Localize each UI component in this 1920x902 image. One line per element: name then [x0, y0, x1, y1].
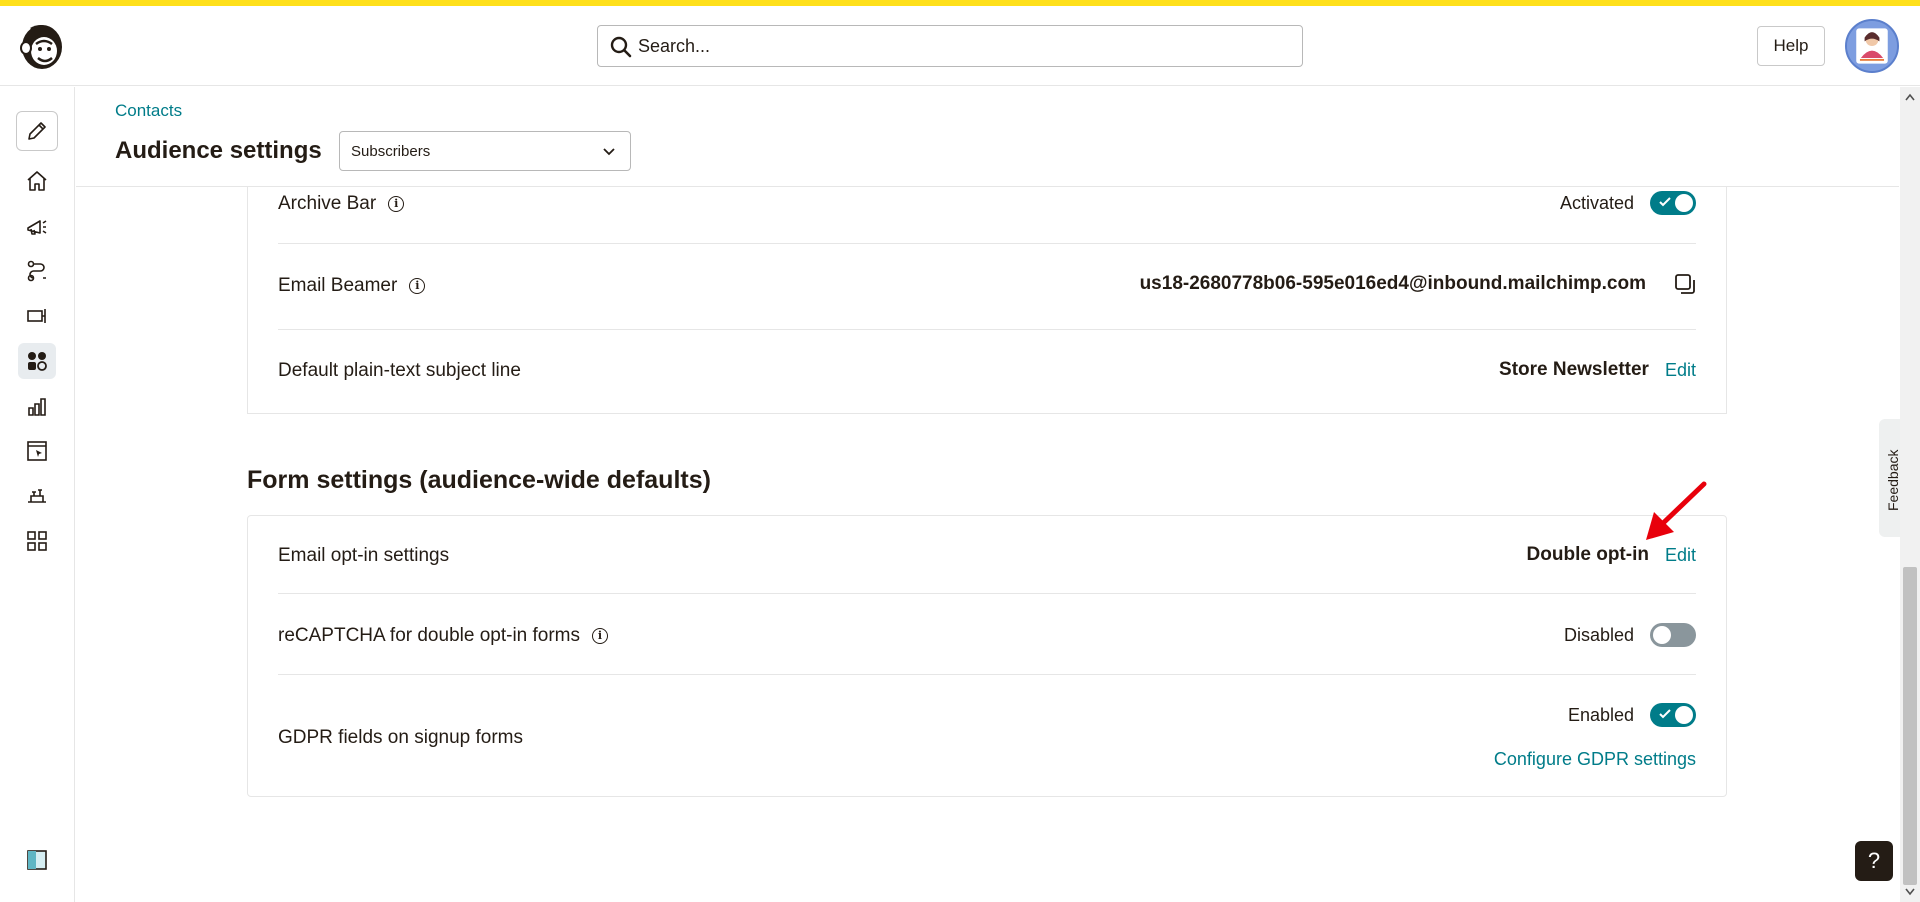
gdpr-toggle[interactable]: [1650, 703, 1696, 727]
scrollbar-thumb[interactable]: [1903, 567, 1917, 885]
search-icon: [610, 36, 632, 58]
recaptcha-label: reCAPTCHA for double opt-in forms: [278, 625, 581, 646]
subject-line-label: Default plain-text subject line: [278, 360, 521, 381]
search-box[interactable]: [597, 25, 1303, 67]
signup-icon[interactable]: [18, 298, 56, 334]
email-beamer-address: us18-2680778b06-595e016ed4@inbound.mailc…: [1139, 273, 1646, 294]
page-scrollbar[interactable]: [1900, 87, 1920, 902]
sidebar-nav: [0, 87, 75, 902]
automation-icon[interactable]: [18, 253, 56, 289]
info-icon[interactable]: i: [409, 278, 426, 294]
optin-row: Email opt-in settings Double opt-in Edit: [278, 516, 1696, 594]
help-button[interactable]: Help: [1757, 26, 1825, 66]
subject-line-row: Default plain-text subject line Store Ne…: [278, 330, 1696, 413]
analytics-icon[interactable]: [18, 388, 56, 424]
pencil-icon[interactable]: [16, 111, 58, 151]
check-icon: [1659, 709, 1671, 719]
megaphone-icon[interactable]: [18, 208, 56, 244]
chevron-down-icon: [603, 148, 615, 156]
scroll-up-icon[interactable]: [1905, 93, 1915, 101]
audience-settings-card: Archive Bar i Activated Email Beamer i us1…: [247, 160, 1727, 414]
annotation-arrow-icon: [1646, 481, 1707, 540]
form-settings-heading: Form settings (audience-wide defaults): [247, 466, 711, 494]
home-icon[interactable]: [18, 163, 56, 199]
subject-line-edit-link[interactable]: Edit: [1665, 360, 1696, 381]
top-bar: Help: [0, 6, 1920, 86]
page-header: Contacts Audience settings Subscribers: [76, 87, 1899, 187]
audience-icon[interactable]: [18, 343, 56, 379]
recaptcha-toggle[interactable]: [1650, 623, 1696, 647]
email-beamer-row: Email Beamer i us18-2680778b06-595e016ed4…: [278, 244, 1696, 330]
panel-toggle-icon[interactable]: [18, 842, 56, 878]
recaptcha-state: Disabled: [1563, 624, 1634, 645]
copy-icon[interactable]: [1674, 273, 1696, 295]
form-settings-card: Email opt-in settings Double opt-in Edit…: [247, 515, 1727, 797]
check-icon: [1659, 197, 1671, 207]
search-input[interactable]: [638, 32, 1278, 60]
optin-edit-link[interactable]: Edit: [1665, 545, 1696, 566]
avatar[interactable]: [1845, 19, 1899, 73]
audience-select[interactable]: Subscribers: [339, 131, 631, 171]
recaptcha-row: reCAPTCHA for double opt-in forms i Disab…: [278, 594, 1696, 675]
archive-bar-toggle[interactable]: [1650, 191, 1696, 215]
audience-select-value: Subscribers: [351, 143, 431, 160]
help-bubble-button[interactable]: ?: [1855, 841, 1893, 881]
configure-gdpr-link[interactable]: Configure GDPR settings: [1494, 749, 1696, 770]
mailchimp-logo-icon[interactable]: [16, 20, 66, 72]
email-beamer-label: Email Beamer: [278, 275, 398, 296]
subject-line-value: Store Newsletter: [1499, 359, 1649, 380]
archive-bar-state: Activated: [1559, 192, 1634, 213]
info-icon[interactable]: i: [388, 196, 405, 212]
page-title: Audience settings: [115, 137, 322, 164]
gdpr-state: Enabled: [1567, 704, 1634, 725]
scroll-down-icon[interactable]: [1905, 888, 1915, 896]
grid-icon[interactable]: [18, 523, 56, 559]
info-icon[interactable]: i: [592, 628, 609, 644]
optin-label: Email opt-in settings: [278, 545, 450, 566]
gdpr-row: GDPR fields on signup forms Enabled Conf…: [278, 675, 1696, 796]
feedback-label: Feedback: [1885, 449, 1901, 511]
website-icon[interactable]: [18, 433, 56, 469]
archive-bar-label: Archive Bar: [278, 193, 377, 214]
gdpr-label: GDPR fields on signup forms: [278, 727, 523, 748]
breadcrumb[interactable]: Contacts: [115, 101, 182, 121]
optin-value: Double opt-in: [1526, 544, 1649, 565]
integrations-icon[interactable]: [18, 478, 56, 514]
